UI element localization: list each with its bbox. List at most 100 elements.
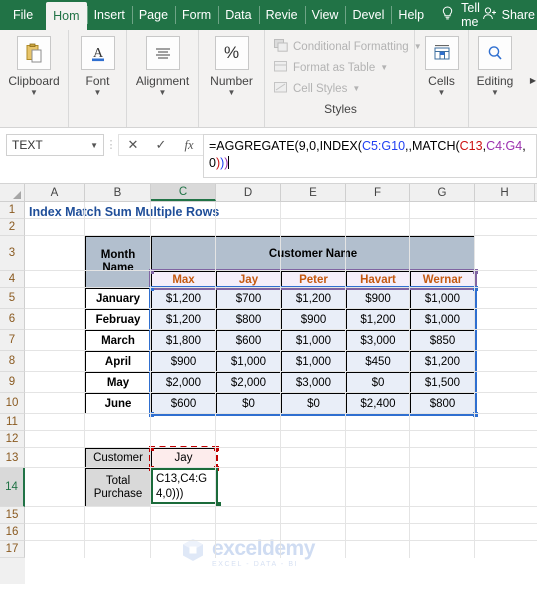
- row-header-8[interactable]: 8: [0, 351, 25, 372]
- row-header-6[interactable]: 6: [0, 309, 25, 330]
- row-header-10[interactable]: 10: [0, 393, 25, 414]
- select-all-button[interactable]: [0, 184, 25, 201]
- table-cell-G9[interactable]: $1,500: [410, 372, 475, 393]
- table-customer-header-peter[interactable]: Peter: [281, 271, 346, 288]
- clipboard-dropdown-caret[interactable]: ▼: [30, 89, 38, 97]
- ribbon-group-alignment[interactable]: Alignment ▼: [127, 30, 199, 127]
- row-header-15[interactable]: 15: [0, 507, 25, 524]
- lookup-total-label[interactable]: Total Purchase: [85, 468, 151, 507]
- number-dropdown-caret[interactable]: ▼: [228, 89, 236, 97]
- table-customer-header-jay[interactable]: Jay: [216, 271, 281, 288]
- tell-me-box[interactable]: Tell me: [431, 0, 482, 30]
- table-customer-header-max[interactable]: Max: [151, 271, 216, 288]
- row-header-9[interactable]: 9: [0, 372, 25, 393]
- table-corner-header[interactable]: Month Name: [85, 236, 151, 288]
- ribbon-overflow-icon[interactable]: ▶: [530, 76, 536, 85]
- ribbon-group-editing[interactable]: Editing ▼: [469, 30, 521, 127]
- tab-help[interactable]: Help: [391, 0, 431, 30]
- percent-icon[interactable]: %: [214, 36, 249, 70]
- table-customer-header-havart[interactable]: Havart: [346, 271, 410, 288]
- row-header-11[interactable]: 11: [0, 414, 25, 431]
- row-header-17[interactable]: 17: [0, 541, 25, 558]
- row-header-7[interactable]: 7: [0, 330, 25, 351]
- table-cell-C7[interactable]: $1,800: [151, 330, 216, 351]
- search-icon[interactable]: [478, 36, 512, 70]
- table-cell-D9[interactable]: $2,000: [216, 372, 281, 393]
- chevron-down-icon[interactable]: ▼: [380, 63, 388, 72]
- table-cell-E10[interactable]: $0: [281, 393, 346, 414]
- row-header-4[interactable]: 4: [0, 271, 25, 288]
- lookup-customer-label[interactable]: Customer: [85, 448, 151, 468]
- tab-view[interactable]: View: [304, 0, 346, 30]
- table-month-june[interactable]: June: [85, 393, 151, 414]
- table-cell-E6[interactable]: $900: [281, 309, 346, 330]
- cells-icon[interactable]: [424, 36, 459, 70]
- cancel-formula-button[interactable]: ✕: [119, 135, 147, 155]
- table-month-februay[interactable]: Februay: [85, 309, 151, 330]
- format-as-table-button[interactable]: Format as Table ▼: [274, 57, 388, 78]
- chevron-down-icon[interactable]: ▼: [352, 84, 360, 93]
- table-month-january[interactable]: January: [85, 288, 151, 309]
- table-cell-C5[interactable]: $1,200: [151, 288, 216, 309]
- table-cell-G5[interactable]: $1,000: [410, 288, 475, 309]
- table-month-may[interactable]: May: [85, 372, 151, 393]
- font-a-icon[interactable]: A: [80, 36, 115, 70]
- tab-developer[interactable]: Devel: [345, 0, 391, 30]
- table-cell-D10[interactable]: $0: [216, 393, 281, 414]
- tab-home[interactable]: Hom: [46, 2, 87, 30]
- column-header-c[interactable]: C: [151, 184, 216, 201]
- row-header-16[interactable]: 16: [0, 524, 25, 541]
- lookup-customer-value[interactable]: Jay: [151, 448, 216, 468]
- row-header-14[interactable]: 14: [0, 468, 25, 507]
- ribbon-group-number[interactable]: % Number ▼: [199, 30, 265, 127]
- tab-formulas[interactable]: Form: [175, 0, 218, 30]
- alignment-dropdown-caret[interactable]: ▼: [159, 89, 167, 97]
- row-header-5[interactable]: 5: [0, 288, 25, 309]
- column-header-h[interactable]: H: [475, 184, 535, 201]
- cell-styles-button[interactable]: Cell Styles ▼: [274, 78, 360, 99]
- ribbon-group-cells[interactable]: Cells ▼: [415, 30, 469, 127]
- table-cell-E7[interactable]: $1,000: [281, 330, 346, 351]
- table-cell-C10[interactable]: $600: [151, 393, 216, 414]
- table-cell-G7[interactable]: $850: [410, 330, 475, 351]
- table-cell-D7[interactable]: $600: [216, 330, 281, 351]
- ribbon-group-font[interactable]: A Font ▼: [69, 30, 127, 127]
- table-cell-F10[interactable]: $2,400: [346, 393, 410, 414]
- table-group-header[interactable]: Customer Name: [151, 236, 475, 271]
- tab-file[interactable]: File: [0, 0, 46, 30]
- clipboard-icon[interactable]: [17, 36, 51, 70]
- table-cell-D5[interactable]: $700: [216, 288, 281, 309]
- table-month-march[interactable]: March: [85, 330, 151, 351]
- editing-dropdown-caret[interactable]: ▼: [491, 89, 499, 97]
- ribbon-group-clipboard[interactable]: Clipboard ▼: [0, 30, 69, 127]
- table-cell-F5[interactable]: $900: [346, 288, 410, 309]
- table-cell-C8[interactable]: $900: [151, 351, 216, 372]
- column-header-d[interactable]: D: [216, 184, 281, 201]
- enter-formula-button[interactable]: ✓: [147, 135, 175, 155]
- table-cell-F8[interactable]: $450: [346, 351, 410, 372]
- insert-function-button[interactable]: fx: [175, 135, 203, 155]
- ribbon-group-styles[interactable]: Conditional Formatting ▼ Format as Table…: [265, 30, 422, 127]
- table-cell-G6[interactable]: $1,000: [410, 309, 475, 330]
- tab-data[interactable]: Data: [218, 0, 258, 30]
- row-header-12[interactable]: 12: [0, 431, 25, 448]
- table-cell-D6[interactable]: $800: [216, 309, 281, 330]
- table-cell-F7[interactable]: $3,000: [346, 330, 410, 351]
- formula-input[interactable]: =AGGREGATE(9,0,INDEX(C5:G10,,MATCH(C13,C…: [203, 134, 537, 178]
- table-cell-G8[interactable]: $1,200: [410, 351, 475, 372]
- table-cell-C9[interactable]: $2,000: [151, 372, 216, 393]
- table-cell-E8[interactable]: $1,000: [281, 351, 346, 372]
- name-box[interactable]: TEXT ▼: [6, 134, 104, 156]
- row-header-1[interactable]: 1: [0, 202, 25, 219]
- column-header-a[interactable]: A: [25, 184, 85, 201]
- font-dropdown-caret[interactable]: ▼: [94, 89, 102, 97]
- table-customer-header-wernar[interactable]: Wernar: [410, 271, 475, 288]
- tab-insert[interactable]: Insert: [86, 0, 132, 30]
- tab-page-layout[interactable]: Page: [131, 0, 175, 30]
- row-header-13[interactable]: 13: [0, 448, 25, 468]
- row-header-2[interactable]: 2: [0, 219, 25, 236]
- active-cell-total-purchase[interactable]: C13,C4:G4,0))): [151, 468, 218, 504]
- table-cell-D8[interactable]: $1,000: [216, 351, 281, 372]
- column-header-b[interactable]: B: [85, 184, 151, 201]
- tab-review[interactable]: Revie: [258, 0, 305, 30]
